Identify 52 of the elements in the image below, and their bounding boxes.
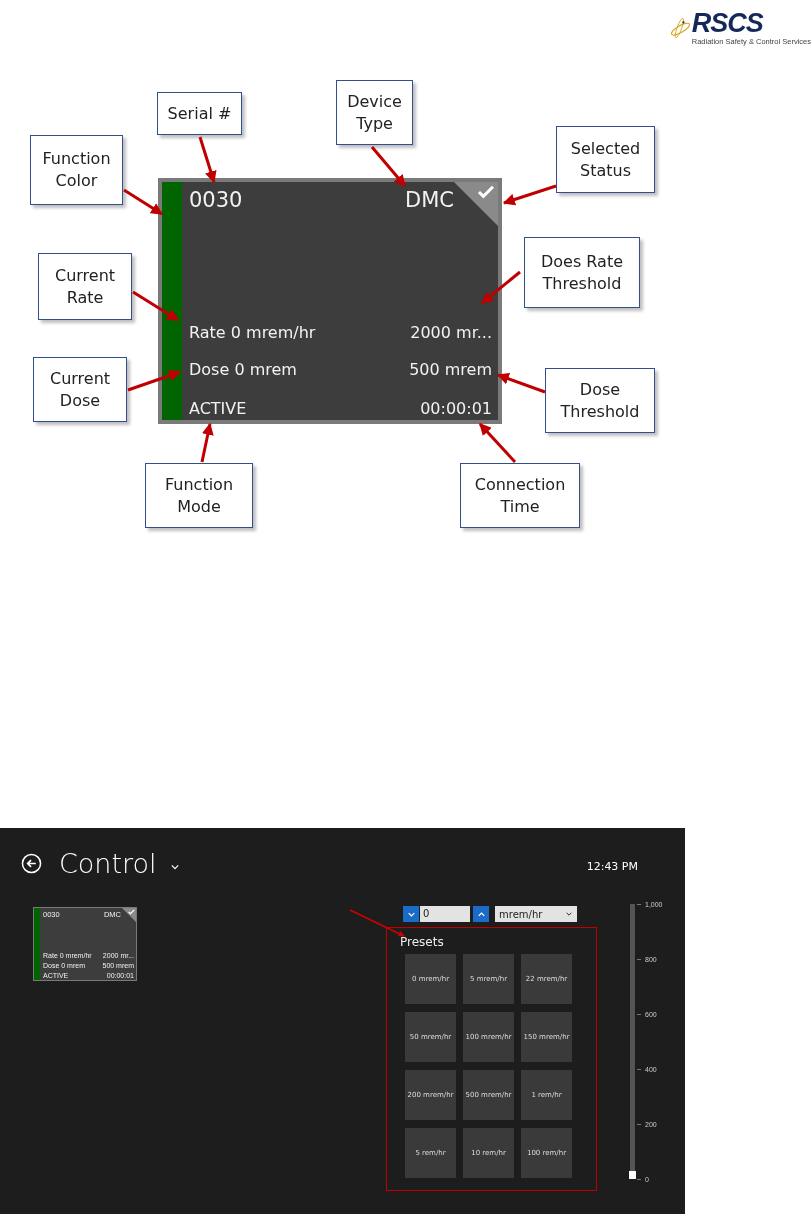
rate-threshold: 2000 mr...: [410, 323, 492, 342]
current-dose: Dose 0 mrem: [189, 360, 297, 379]
clock-time: 12:43 PM: [586, 859, 638, 873]
chevron-down-icon: [566, 912, 572, 916]
page-title: Control: [59, 847, 157, 879]
chevron-down-icon: [407, 911, 415, 917]
increase-button[interactable]: [473, 906, 489, 922]
serial-number: 0030: [189, 188, 243, 212]
callout-label: Device Type: [336, 80, 413, 145]
decrease-button[interactable]: [403, 906, 419, 922]
presets-heading: Presets: [400, 935, 445, 949]
device-type: DMC: [405, 188, 454, 212]
callout-arrow: [478, 423, 517, 463]
current-rate: Rate 0 mrem/hr: [189, 323, 316, 342]
callout-arrow: [123, 188, 163, 216]
dose-threshold: 500 mrem: [409, 360, 492, 379]
tick-mark: [637, 903, 641, 905]
function-mode: ACTIVE: [189, 399, 247, 418]
tick-mark: [637, 1178, 641, 1180]
callout-label: Selected Status: [556, 126, 655, 193]
slider-thumb[interactable]: [629, 1171, 636, 1179]
chevron-down-icon[interactable]: [170, 864, 179, 870]
callout-arrow: [481, 270, 521, 305]
callout-label: Connection Time: [460, 463, 580, 528]
back-icon[interactable]: [21, 852, 42, 874]
value-field[interactable]: 0: [420, 906, 470, 922]
tick-mark: [637, 1013, 641, 1015]
callout-label: Current Dose: [33, 357, 127, 422]
callout-label: Serial #: [157, 92, 242, 135]
unit-value: mrem/hr: [499, 908, 543, 920]
callout-label: Does Rate Threshold: [524, 237, 640, 308]
check-icon: [128, 909, 135, 915]
chevron-up-icon: [477, 911, 485, 917]
callout-arrow: [370, 146, 407, 187]
callout-arrow: [198, 136, 217, 184]
callout-arrow: [132, 290, 179, 322]
tick-mark: [637, 1068, 641, 1070]
slider-track[interactable]: [630, 904, 635, 1179]
check-icon: [477, 185, 495, 199]
callout-label: Function Color: [30, 135, 123, 205]
logo-wordmark: RSCS: [691, 10, 765, 37]
callout-arrow: [496, 373, 546, 394]
callout-label: Current Rate: [38, 253, 132, 320]
tick-mark: [637, 1123, 641, 1125]
unit-dropdown[interactable]: mrem/hr: [495, 906, 577, 922]
callout-arrow: [127, 369, 182, 392]
callout-arrow: [200, 422, 214, 463]
callout-arrow: [502, 184, 557, 206]
callout-label: Function Mode: [145, 463, 253, 528]
callout-label: Dose Threshold: [545, 368, 655, 433]
tick-mark: [637, 958, 641, 960]
connection-time: 00:00:01: [420, 399, 492, 418]
